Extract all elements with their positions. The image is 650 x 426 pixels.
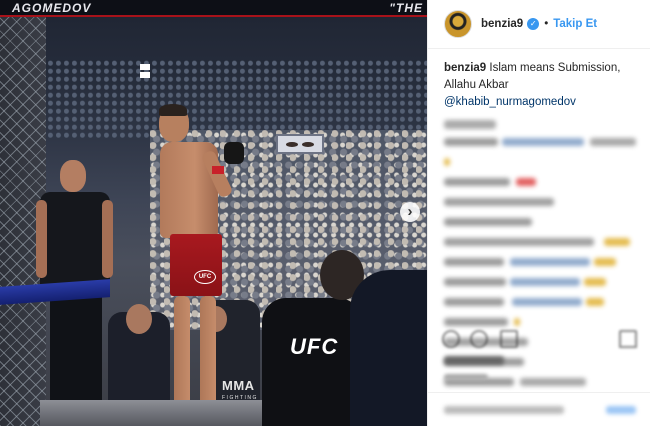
post-actions	[442, 330, 637, 350]
post-comment-button[interactable]	[606, 406, 636, 414]
referee-head	[60, 160, 86, 192]
fighter-hand-wrap	[212, 166, 224, 174]
next-photo-button[interactable]: ›	[400, 202, 420, 222]
fighter-leg-left	[174, 296, 190, 408]
header-separator: •	[544, 18, 549, 30]
comment-input[interactable]	[444, 406, 564, 414]
referee-arm-right	[102, 200, 113, 278]
banner-left-text: AGOMEDOV	[12, 1, 92, 15]
header-username[interactable]: benzia9	[481, 18, 523, 30]
fighter-shorts: UFC	[170, 234, 222, 296]
fighter-glove	[224, 142, 244, 164]
verified-badge-icon: ✓	[527, 18, 540, 30]
upper-crowd	[40, 60, 427, 140]
comment-line	[444, 120, 496, 129]
arena-lights	[140, 64, 150, 70]
referee-arm-left	[36, 200, 47, 278]
official-head	[126, 304, 152, 334]
comment-line	[444, 195, 636, 209]
cameraman-body: UFC	[262, 298, 362, 426]
post-date	[444, 374, 488, 380]
post-header: benzia9 ✓ • Takip Et	[428, 0, 650, 49]
bookmark-icon[interactable]	[619, 330, 637, 348]
comment-line	[444, 175, 636, 189]
referee-body	[40, 192, 110, 290]
comment-line	[444, 315, 636, 329]
instagram-post: AGOMEDOV "THE UFC UFC MMA FIGHTING › ben…	[0, 0, 650, 426]
fighter-hair	[159, 104, 187, 116]
heart-icon[interactable]	[442, 330, 460, 348]
caption-mention-link[interactable]: @khabib_nurmagomedov	[444, 96, 576, 108]
comment-line	[444, 155, 636, 169]
shorts-ufc-logo: UFC	[194, 270, 216, 284]
arena-screen	[276, 134, 324, 154]
post-sidebar: benzia9 ✓ • Takip Et benzia9 Islam means…	[427, 0, 650, 426]
shirt-ufc-text: UFC	[290, 334, 339, 359]
watermark-main: MMA	[222, 378, 255, 393]
caption-username[interactable]: benzia9	[444, 62, 486, 74]
add-comment-bar	[428, 392, 650, 426]
foreground-shoulder	[350, 270, 427, 426]
follow-button[interactable]: Takip Et	[553, 18, 597, 30]
referee-legs	[50, 290, 102, 408]
share-icon[interactable]	[500, 330, 518, 348]
comment-line	[444, 295, 636, 309]
comment-line	[444, 215, 636, 229]
banner-right-text: "THE	[389, 1, 423, 15]
comment-line	[444, 255, 636, 269]
mma-watermark: MMA FIGHTING	[222, 378, 258, 404]
likes-count[interactable]	[444, 356, 504, 365]
comment-line	[444, 235, 636, 249]
comment-icon[interactable]	[470, 330, 488, 348]
comment-line	[444, 275, 636, 289]
arena-banner: AGOMEDOV "THE	[0, 0, 427, 17]
fighter-leg-right	[200, 296, 216, 408]
comment-line	[444, 135, 636, 149]
avatar[interactable]	[444, 10, 472, 38]
watermark-sub: FIGHTING	[222, 395, 258, 401]
post-photo[interactable]: AGOMEDOV "THE UFC UFC MMA FIGHTING ›	[0, 0, 427, 426]
